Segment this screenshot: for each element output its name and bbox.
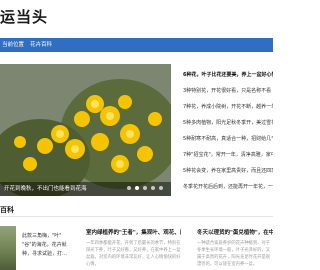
article-summary: 一年四季都能开花，开到了后最长的季节，特别在阳光下养，叶子又好看，又好养，在家中… [86,241,181,267]
site-brand[interactable]: 运当头 [0,6,48,27]
headline-item[interactable]: 6种花，叶子比花还要美，养上一盆好心情 [183,70,273,80]
headline-list: 6种花，叶子比花还要美，养上一盆好心情 3种特别花，开花很好看，只是名称不看 7… [183,64,273,196]
headline-item[interactable]: 5种花会变，养在家里高贵好，而且还四季开 [183,166,273,176]
section-divider [0,216,273,217]
slider-dot-active[interactable] [135,186,139,190]
slider-dots [127,186,163,192]
article-snippet-line: 此款三角梅，"叶" [22,233,62,239]
slider-dot[interactable] [143,186,147,190]
headline-item[interactable]: 7种花，养成小院树，开花不断，越养一年 [183,102,273,112]
headline-item[interactable]: 冬季花开花后后到，还能再开一年花，一年 [183,182,273,192]
headline-item[interactable]: 5种多肉植物，阳光足秋冬季开，美过雪花 [183,118,273,128]
headline-item[interactable]: 3种特别花，开花很好看，只是名称不看 [183,86,273,96]
slider-caption[interactable]: 开花到晚秋，不出门也能看到花海 [4,182,87,196]
featured-image [0,64,171,196]
article-snippet-line: 种，寻求试验，打… [22,251,68,257]
article-snippet-line: "谷"的海花，花卉就 [22,242,67,248]
article-title[interactable]: 室内绿植养的"王者"，集观叶、观花、阅香… [86,228,181,236]
headline-item[interactable]: 5种耐寒不耐高，真适合一种，招财给几千 [183,134,273,144]
slider-dot[interactable] [159,186,163,190]
main-nav: 当前位置 花卉百科 [0,38,273,52]
headline-item[interactable]: 7种"招宝花"，常开一年，清净高雅，家中 [183,150,273,160]
article-title[interactable]: 冬天以理货的"蛋兑植物"，在中开… [197,228,273,236]
article-summary: 一种适合家庭养护的花卉种植到，对于冬季生长环境一般，叶子光泽好的，又属于高贵的花… [197,241,271,267]
slider-dot[interactable] [127,186,131,190]
article-thumbnail[interactable] [0,226,16,270]
featured-slider[interactable]: 开花到晚秋，不出门也能看到花海 [0,64,171,196]
nav-item-location[interactable]: 当前位置 [2,38,24,52]
nav-item-encyclopedia[interactable]: 花卉百科 [30,38,52,52]
section-title: 百科 [0,206,14,214]
slider-dot[interactable] [151,186,155,190]
site-header: 运当头 [0,0,273,38]
article-snippet[interactable]: 此款三角梅，"叶" "谷"的海花，花卉就 种，寻求试验，打… [22,232,72,259]
